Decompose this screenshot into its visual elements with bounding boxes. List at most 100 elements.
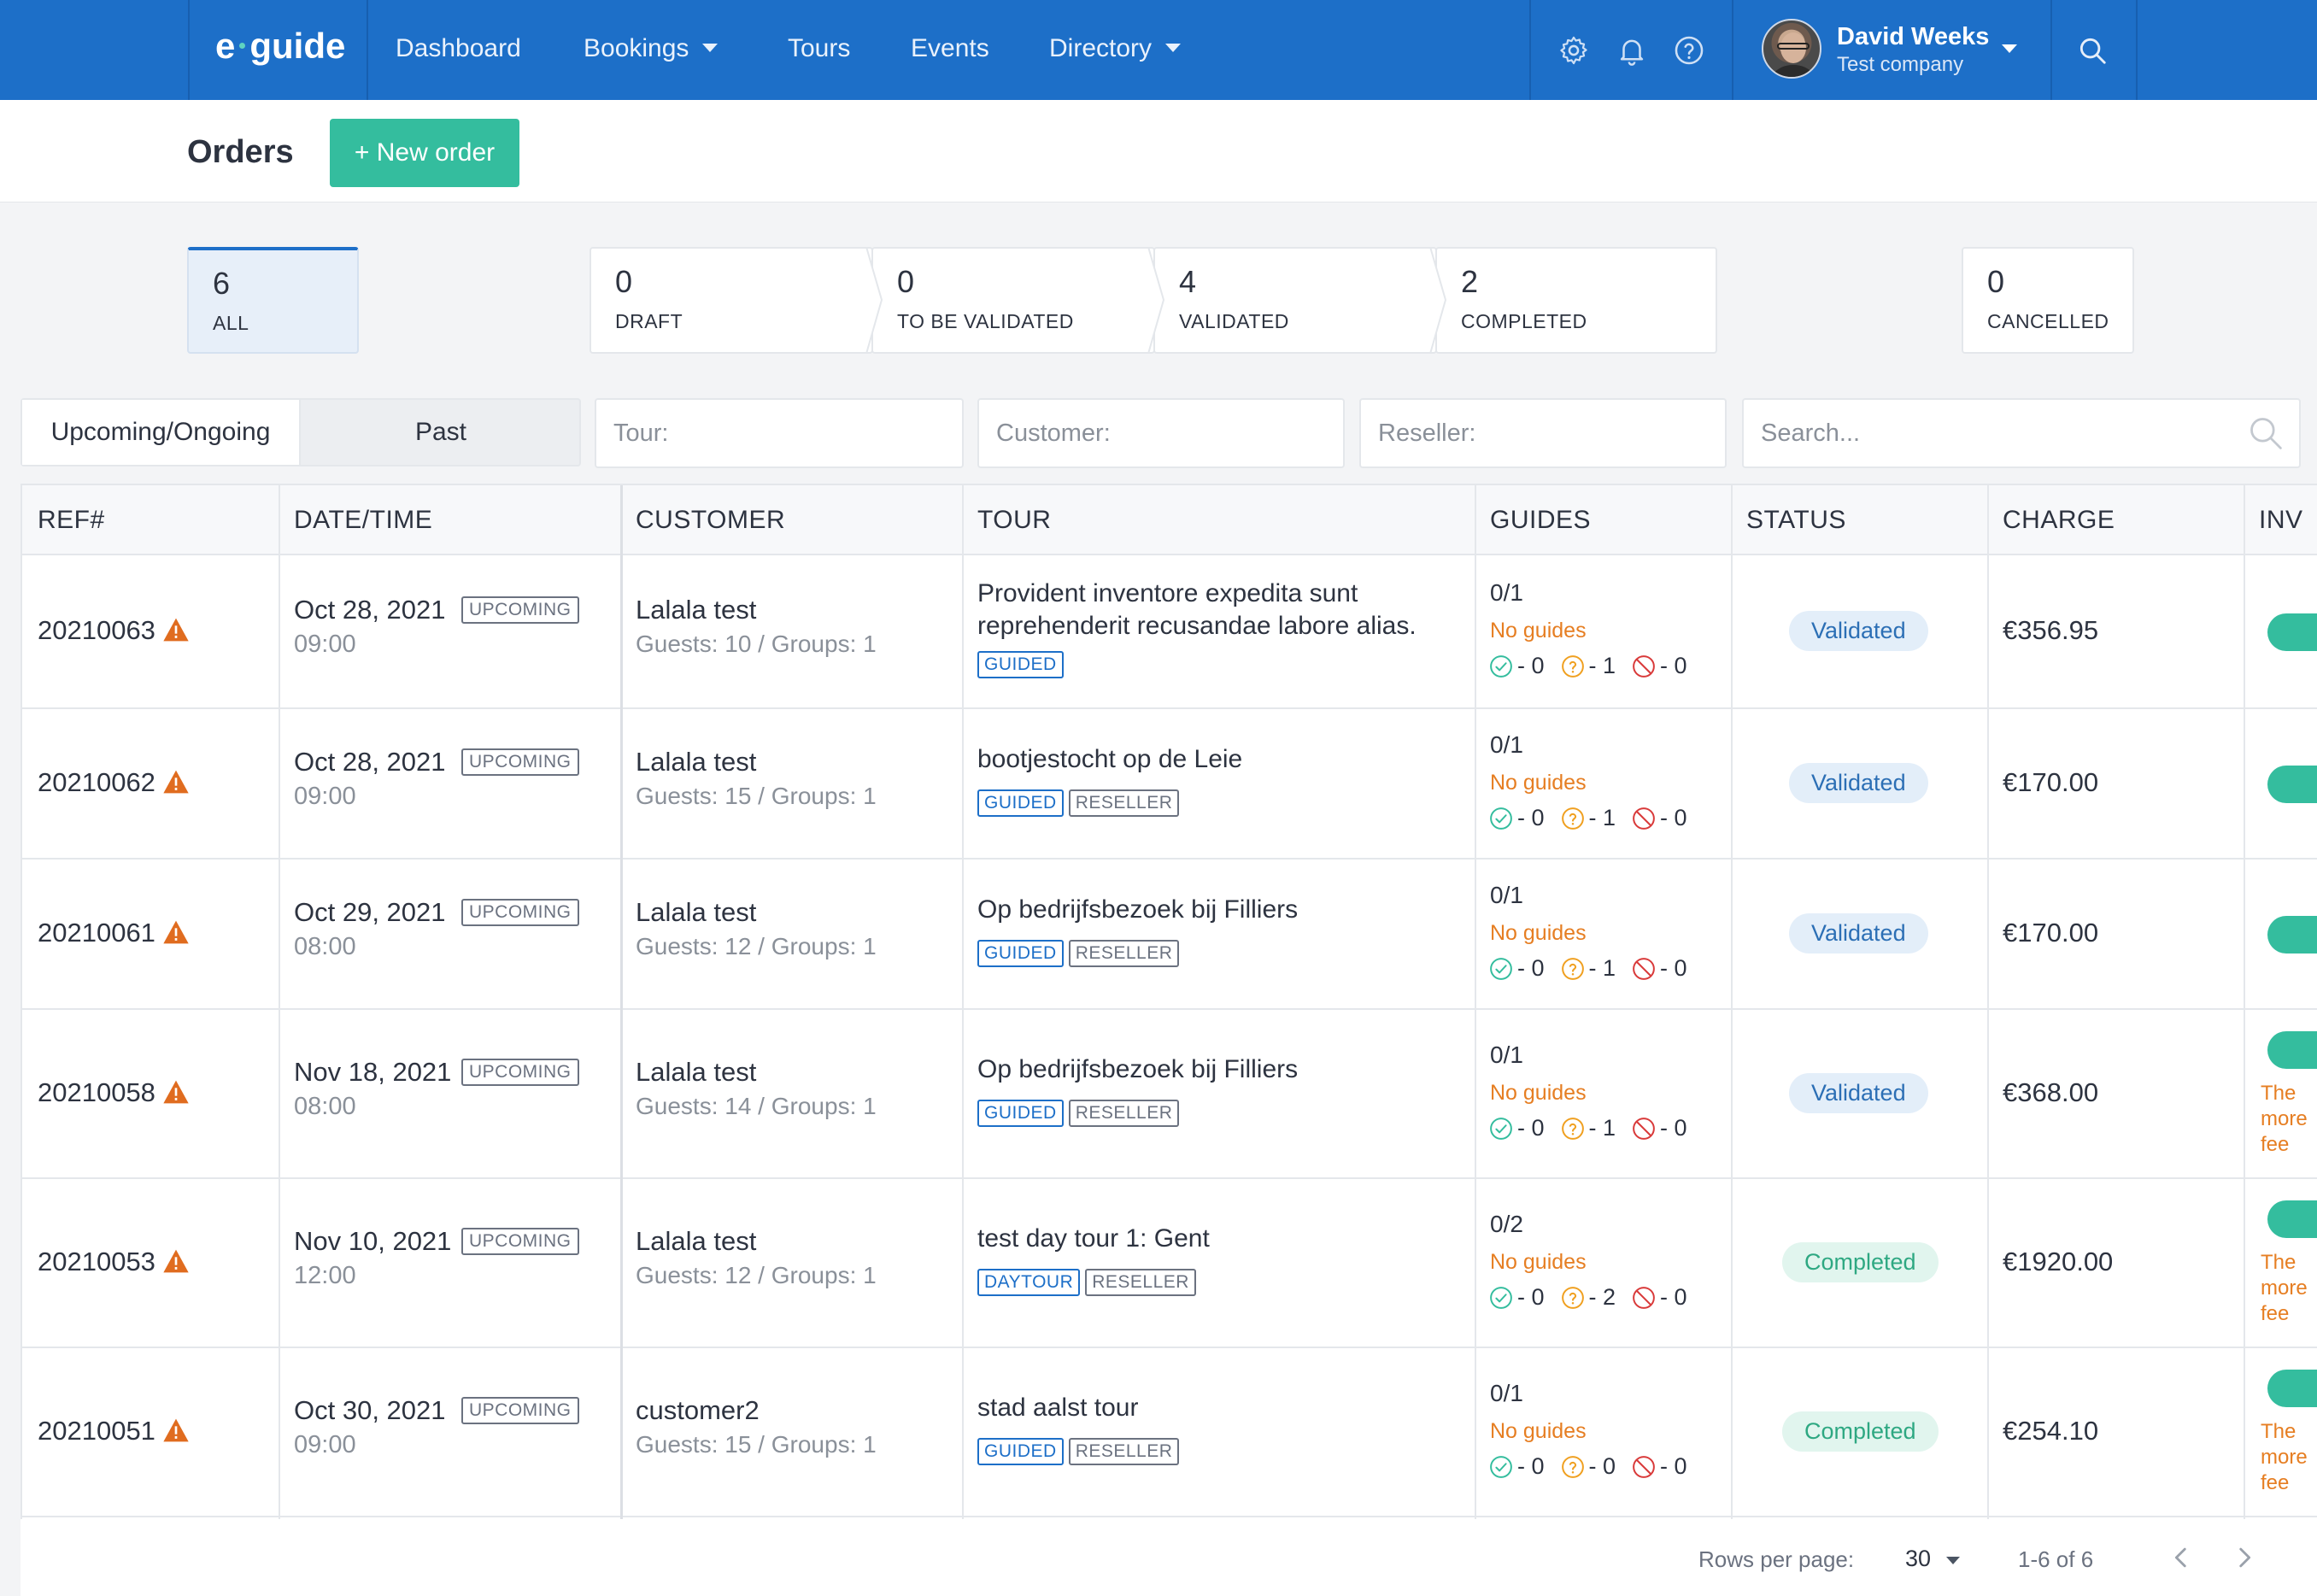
column-header-tour[interactable]: TOUR	[977, 506, 1051, 535]
order-ref[interactable]: 20210062	[38, 767, 190, 798]
search-icon[interactable]	[2247, 414, 2285, 452]
guide-stats: - 0 - 1 - 0	[1488, 805, 1703, 831]
table-row[interactable]: 20210058 Nov 18, 2021 UPCOMING 08:00 Lalala …	[22, 1010, 2317, 1179]
table-row[interactable]: 20210061 Oct 29, 2021 UPCOMING 08:00 Lalala …	[22, 860, 2317, 1010]
search-input[interactable]	[1742, 398, 2301, 468]
tour-name[interactable]: stad aalst tour	[977, 1392, 1481, 1424]
nav-divider	[367, 0, 368, 100]
tour-filter-input[interactable]	[595, 398, 964, 468]
tour-name[interactable]: Op bedrijfsbezoek bij Filliers	[977, 1053, 1481, 1086]
user-name[interactable]: David Weeks	[1837, 23, 1989, 51]
logo-text-e: e	[215, 26, 236, 66]
customer-filter-input[interactable]	[977, 398, 1345, 468]
order-time: 08:00	[294, 1093, 356, 1120]
warning-icon	[163, 1080, 189, 1104]
chevron-right-icon[interactable]	[2230, 1543, 2259, 1572]
guides-accepted: - 0	[1488, 1284, 1545, 1311]
customer-name[interactable]: Lalala test	[636, 595, 756, 625]
invoice-toggle[interactable]	[2267, 916, 2317, 953]
order-date: Nov 10, 2021	[294, 1226, 452, 1256]
rows-per-page-select[interactable]: 30	[1905, 1546, 1931, 1572]
nav-directory[interactable]: Directory	[1049, 34, 1182, 63]
order-ref[interactable]: 20210061	[38, 918, 190, 948]
status-card-draft[interactable]: 0 DRAFT	[590, 247, 873, 354]
invoice-note-line: The	[2261, 1420, 2296, 1443]
status-card-completed[interactable]: 2 COMPLETED	[1435, 247, 1717, 354]
chevron-left-icon[interactable]	[2167, 1543, 2196, 1572]
invoice-toggle[interactable]	[2267, 1200, 2317, 1238]
column-header-customer[interactable]: CUSTOMER	[636, 506, 785, 535]
order-ref[interactable]: 20210053	[38, 1247, 190, 1277]
no-guides-label: No guides	[1490, 1250, 1587, 1274]
search-icon[interactable]	[2076, 34, 2109, 67]
help-icon[interactable]	[1673, 34, 1705, 67]
warning-icon	[163, 618, 189, 642]
status-card-all[interactable]: 6 ALL	[187, 247, 359, 354]
invoice-note-line: The	[2261, 1251, 2296, 1274]
upcoming-badge: UPCOMING	[461, 1228, 579, 1255]
ban-icon	[1633, 1455, 1655, 1478]
tour-name[interactable]: bootjestocht op de Leie	[977, 743, 1481, 776]
nav-divider	[1732, 0, 1733, 100]
tour-name[interactable]: Provident inventore expedita sunt repreh…	[977, 578, 1481, 643]
column-header-datetime[interactable]: DATE/TIME	[294, 506, 432, 535]
page-header: Orders + New order	[0, 100, 2317, 202]
invoice-toggle[interactable]	[2267, 766, 2317, 803]
nav-bookings[interactable]: Bookings	[584, 34, 719, 63]
status-card-cancelled[interactable]: 0 CANCELLED	[1962, 247, 2134, 354]
order-ref[interactable]: 20210051	[38, 1416, 190, 1446]
status-card-validated[interactable]: 4 VALIDATED	[1153, 247, 1437, 354]
guides-pending: - 1	[1560, 1115, 1616, 1141]
warning-icon	[163, 1418, 189, 1442]
bell-icon[interactable]	[1616, 34, 1648, 67]
column-header-status[interactable]: STATUS	[1746, 506, 1846, 535]
nav-dashboard[interactable]: Dashboard	[396, 34, 521, 63]
user-avatar[interactable]	[1762, 19, 1821, 79]
tab-upcoming-ongoing[interactable]: Upcoming/Ongoing	[22, 400, 301, 465]
status-badge: Completed	[1782, 1411, 1939, 1452]
column-header-inv[interactable]: INV	[2259, 506, 2303, 535]
customer-name[interactable]: Lalala test	[636, 897, 756, 928]
chevron-down-icon[interactable]	[2002, 44, 2017, 53]
tour-tags: GUIDED RESELLER	[977, 1100, 1184, 1127]
customer-name[interactable]: Lalala test	[636, 747, 756, 777]
table-footer: Rows per page: 30 1-6 of 6	[21, 1519, 2317, 1596]
status-count: 0	[1987, 264, 2005, 299]
pagination-range: 1-6 of 6	[2018, 1546, 2094, 1572]
tour-tags: GUIDED RESELLER	[977, 940, 1184, 967]
gear-icon[interactable]	[1557, 34, 1590, 67]
status-count: 6	[213, 266, 231, 301]
column-header-ref[interactable]: REF#	[38, 506, 105, 535]
order-charge: €170.00	[2003, 767, 2099, 797]
order-ref[interactable]: 20210063	[38, 615, 190, 646]
guests-groups: Guests: 10 / Groups: 1	[636, 631, 877, 657]
tour-tag: RESELLER	[1068, 789, 1180, 817]
order-ref[interactable]: 20210058	[38, 1077, 190, 1108]
table-row[interactable]: 20210063 Oct 28, 2021 UPCOMING 09:00 Lalala …	[22, 555, 2317, 709]
tab-past[interactable]: Past	[302, 400, 579, 465]
column-header-charge[interactable]: CHARGE	[2003, 506, 2115, 535]
status-card-to-be-validated[interactable]: 0 TO BE VALIDATED	[871, 247, 1155, 354]
guide-stats: - 0 - 2 - 0	[1488, 1284, 1703, 1311]
guides-accepted: - 0	[1488, 1453, 1545, 1480]
reseller-filter-input[interactable]	[1359, 398, 1727, 468]
app-logo[interactable]: e guide	[215, 26, 345, 67]
table-row[interactable]: 20210051 Oct 30, 2021 UPCOMING 09:00 custome…	[22, 1348, 2317, 1517]
customer-name[interactable]: customer2	[636, 1395, 760, 1426]
invoice-toggle[interactable]	[2267, 613, 2317, 651]
customer-name[interactable]: Lalala test	[636, 1226, 756, 1257]
nav-tours[interactable]: Tours	[788, 34, 850, 63]
table-row[interactable]: 20210062 Oct 28, 2021 UPCOMING 09:00 Lalala …	[22, 709, 2317, 860]
tour-name[interactable]: Op bedrijfsbezoek bij Filliers	[977, 894, 1481, 926]
customer-name[interactable]: Lalala test	[636, 1057, 756, 1088]
tour-name[interactable]: test day tour 1: Gent	[977, 1223, 1481, 1255]
invoice-toggle[interactable]	[2267, 1370, 2317, 1407]
pipeline-arrow	[1147, 247, 1165, 354]
table-row[interactable]: 20210053 Nov 10, 2021 UPCOMING 12:00 Lalala …	[22, 1179, 2317, 1348]
chevron-down-icon[interactable]	[1946, 1557, 1960, 1564]
invoice-note-line: more	[2261, 1276, 2308, 1300]
invoice-toggle[interactable]	[2267, 1031, 2317, 1069]
new-order-button[interactable]: + New order	[330, 119, 519, 187]
column-header-guides[interactable]: GUIDES	[1490, 506, 1591, 535]
nav-events[interactable]: Events	[911, 34, 989, 63]
